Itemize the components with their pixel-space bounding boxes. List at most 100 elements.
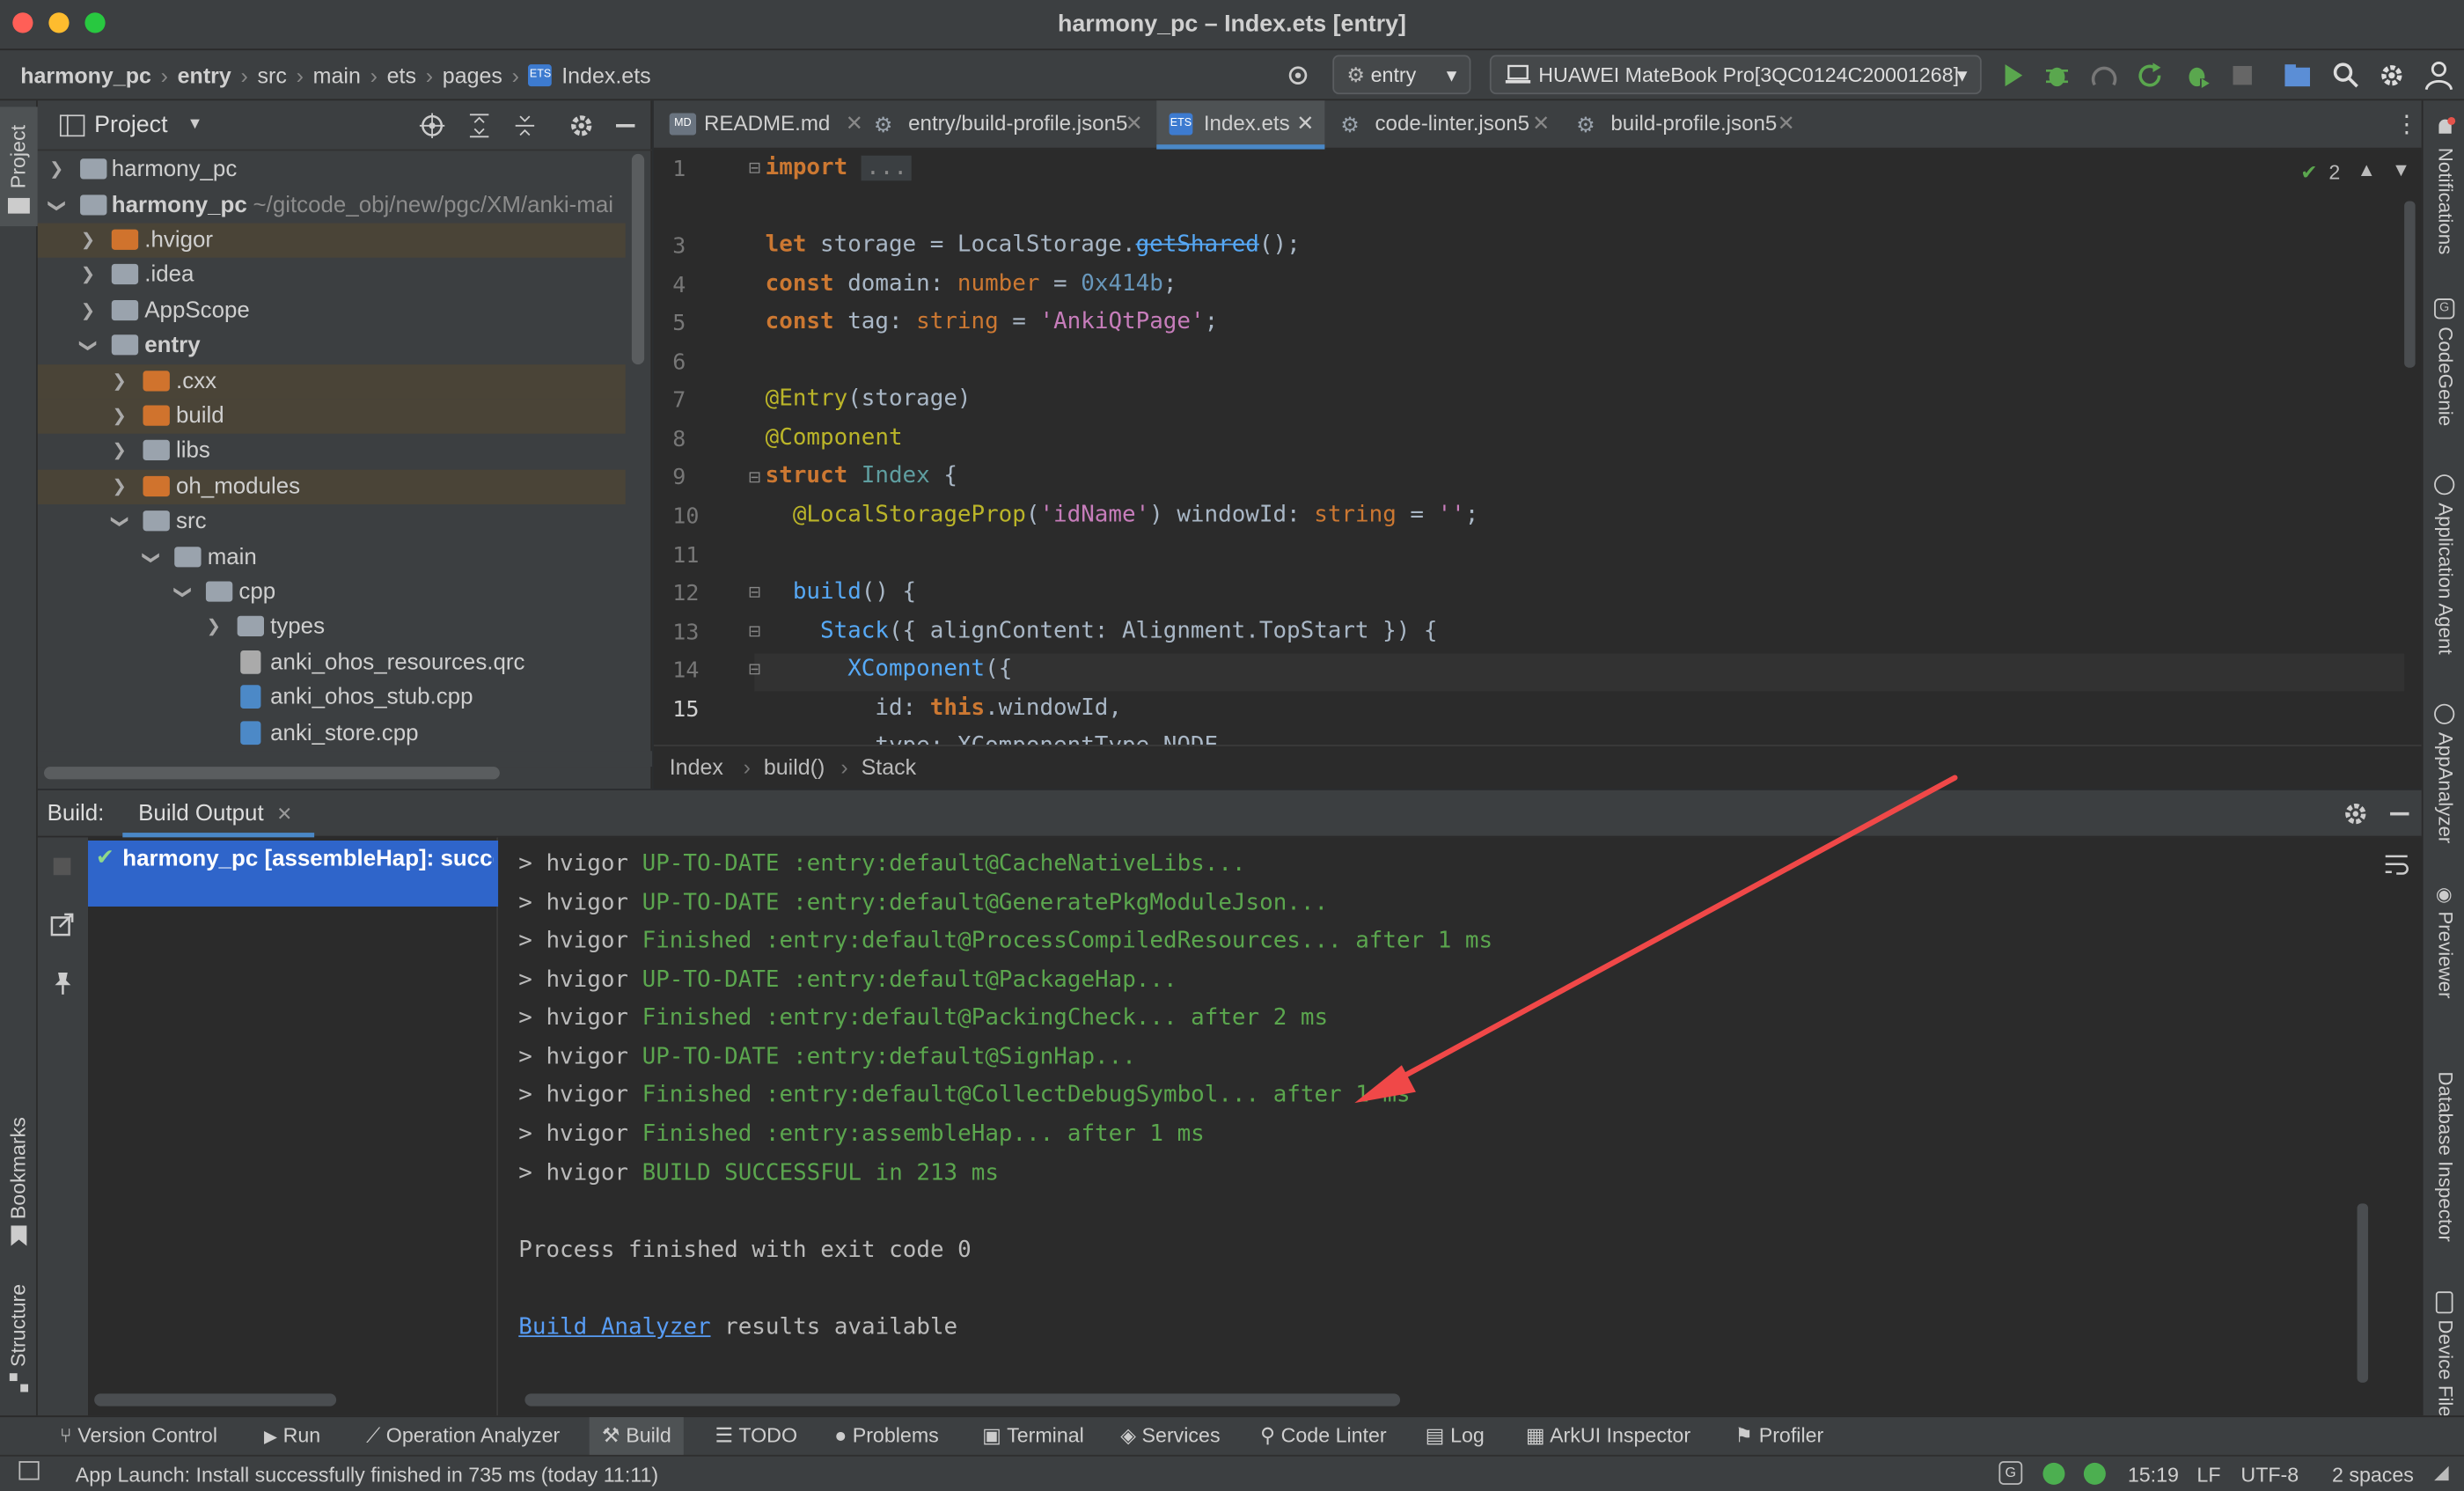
- run-icon[interactable]: [2000, 62, 2026, 90]
- tree-item-project[interactable]: ❯ harmony_pc ~/gitcode_obj/new/pgc/XM/an…: [38, 187, 626, 223]
- tree-item-oh-modules[interactable]: ❯ oh_modules: [37, 469, 626, 505]
- code-line[interactable]: type: XComponentType.NODE: [766, 734, 1218, 745]
- gear-icon[interactable]: [2378, 62, 2406, 90]
- close-icon[interactable]: ✕: [1296, 100, 1314, 148]
- gear-icon[interactable]: [2343, 801, 2369, 826]
- debug-icon[interactable]: [2042, 62, 2071, 90]
- horizontal-scrollbar[interactable]: [94, 1393, 337, 1407]
- chevron-down-icon[interactable]: ▾: [190, 112, 200, 134]
- minimize-panel-icon[interactable]: [2390, 812, 2409, 816]
- tree-item-cpp[interactable]: ❯ cpp: [38, 575, 626, 610]
- project-view-selector[interactable]: Project: [94, 112, 167, 138]
- breadcrumb-item[interactable]: harmony_pc: [20, 62, 151, 88]
- module-select[interactable]: ⚙ entry ▾: [1332, 55, 1471, 95]
- tree-item-build[interactable]: ❯ build: [37, 399, 626, 435]
- locate-file-icon[interactable]: [419, 113, 445, 139]
- breadcrumb-item[interactable]: entry: [178, 62, 231, 88]
- tab-build-profile[interactable]: ⚙ build-profile.json5 ✕: [1576, 100, 1796, 149]
- tab-index-ets[interactable]: ETS Index.ets ✕: [1156, 100, 1325, 150]
- code-line[interactable]: const tag: string = 'AnkiQtPage';: [766, 310, 1219, 335]
- tree-item-idea[interactable]: ❯ .idea: [38, 258, 626, 293]
- tree-item-cxx[interactable]: ❯ .cxx: [37, 364, 626, 400]
- codegenie-tool-button[interactable]: G CodeGenie: [2424, 296, 2464, 437]
- chevron-right-icon[interactable]: ❯: [78, 223, 97, 257]
- services-tool-button[interactable]: ◈ Services: [1120, 1417, 1220, 1457]
- cursor-position[interactable]: 15:19: [2128, 1463, 2179, 1487]
- status-message[interactable]: App Launch: Install successfully finishe…: [76, 1463, 658, 1487]
- device-manager-icon[interactable]: [2284, 62, 2315, 90]
- project-tool-button[interactable]: Project: [0, 106, 38, 227]
- fold-icon[interactable]: ⊟: [748, 160, 761, 178]
- target-icon[interactable]: [1286, 62, 1311, 88]
- open-in-editor-icon[interactable]: [50, 913, 74, 936]
- tab-code-linter[interactable]: ⚙ code-linter.json5 ✕: [1340, 100, 1576, 149]
- breadcrumb-item[interactable]: build(): [764, 754, 825, 780]
- chevron-down-icon[interactable]: ❯: [134, 547, 168, 566]
- structure-tool-button[interactable]: Structure: [0, 1279, 38, 1399]
- tree-item-entry[interactable]: ❯ entry: [38, 328, 626, 364]
- code-line[interactable]: id: this.windowId,: [766, 696, 1122, 722]
- close-icon[interactable]: ✕: [1532, 100, 1550, 148]
- horizontal-scrollbar[interactable]: [524, 1393, 1401, 1407]
- chevron-right-icon[interactable]: ❯: [110, 364, 128, 398]
- code-line[interactable]: struct Index {: [766, 464, 957, 489]
- indent-setting[interactable]: 2 spaces: [2332, 1463, 2414, 1487]
- tree-item-file[interactable]: anki_ohos_stub.cpp: [38, 680, 626, 716]
- status-indicator-icon[interactable]: [2042, 1462, 2065, 1485]
- code-line[interactable]: @LocalStorageProp('idName') windowId: st…: [766, 503, 1479, 528]
- bookmarks-tool-button[interactable]: Bookmarks: [0, 1109, 38, 1253]
- chevron-down-icon[interactable]: ▼: [2392, 158, 2410, 180]
- device-select[interactable]: HUAWEI MateBook Pro[3QC0124C20001268] ▾: [1489, 55, 1982, 95]
- chevron-up-icon[interactable]: ▲: [2358, 158, 2376, 180]
- appanalyzer-tool-button[interactable]: AppAnalyzer: [2424, 701, 2464, 851]
- todo-tool-button[interactable]: ☰ TODO: [715, 1417, 798, 1457]
- search-icon[interactable]: [2332, 62, 2360, 90]
- account-icon[interactable]: [2424, 60, 2453, 92]
- chevron-right-icon[interactable]: ❯: [110, 399, 128, 433]
- tab-entry-build-profile[interactable]: ⚙ entry/build-profile.json5 ✕: [874, 100, 1156, 149]
- chevron-right-icon[interactable]: ❯: [110, 434, 128, 468]
- soft-wrap-icon[interactable]: [2384, 851, 2409, 877]
- chevron-down-icon[interactable]: ❯: [70, 336, 105, 355]
- editor-scrollbar[interactable]: [2404, 201, 2416, 368]
- breadcrumb-item[interactable]: pages: [443, 62, 502, 88]
- profile-icon[interactable]: [2090, 62, 2118, 90]
- line-separator[interactable]: LF: [2196, 1463, 2220, 1487]
- log-tool-button[interactable]: ▤ Log: [1426, 1417, 1485, 1457]
- fold-icon[interactable]: ⊟: [748, 624, 761, 642]
- code-line[interactable]: import ...: [766, 155, 913, 181]
- tree-item-file[interactable]: anki_ohos_resources.qrc: [38, 645, 626, 680]
- chevron-down-icon[interactable]: ❯: [40, 195, 74, 214]
- code-line[interactable]: @Component: [766, 426, 903, 452]
- breadcrumb-item[interactable]: Index: [670, 754, 723, 780]
- arkui-inspector-tool-button[interactable]: ▦ ArkUI Inspector: [1526, 1417, 1690, 1457]
- fold-icon[interactable]: ⊟: [748, 662, 761, 679]
- code-line[interactable]: Stack({ alignContent: Alignment.TopStart…: [766, 619, 1438, 644]
- breadcrumb-item[interactable]: src: [258, 62, 287, 88]
- gear-icon[interactable]: [568, 114, 594, 139]
- breadcrumb-item[interactable]: main: [313, 62, 361, 88]
- build-analyzer-link[interactable]: Build Analyzer: [518, 1315, 710, 1340]
- tab-build-output[interactable]: Build Output ✕: [122, 790, 315, 838]
- terminal-tool-button[interactable]: ▣ Terminal: [982, 1417, 1084, 1457]
- close-icon[interactable]: ✕: [276, 803, 292, 825]
- chevron-right-icon[interactable]: ❯: [78, 293, 97, 327]
- code-linter-tool-button[interactable]: ⚲ Code Linter: [1260, 1417, 1387, 1457]
- breadcrumb-item[interactable]: Stack: [862, 754, 917, 780]
- codegenie-status-icon[interactable]: G: [1998, 1461, 2023, 1485]
- chevron-down-icon[interactable]: ❯: [102, 512, 136, 531]
- database-inspector-tool-button[interactable]: Database Inspector: [2424, 1040, 2464, 1254]
- code-line[interactable]: const domain: number = 0x414b;: [766, 272, 1177, 297]
- apply-changes-icon[interactable]: [2136, 62, 2164, 90]
- tree-item-libs[interactable]: ❯ libs: [38, 434, 626, 469]
- stop-icon[interactable]: [53, 857, 71, 876]
- version-control-tool-button[interactable]: ⑂ Version Control: [60, 1417, 217, 1457]
- tree-item-main[interactable]: ❯ main: [38, 540, 626, 575]
- collapse-all-icon[interactable]: [512, 114, 538, 139]
- code-line[interactable]: build() {: [766, 580, 916, 606]
- tree-item-file[interactable]: anki_store.cpp: [38, 716, 626, 751]
- tree-item-appscope[interactable]: ❯ AppScope: [38, 293, 626, 328]
- tree-item-root[interactable]: ❯ harmony_pc: [38, 152, 626, 187]
- code-line[interactable]: let storage = LocalStorage.getShared();: [766, 232, 1301, 258]
- lock-icon[interactable]: ◢: [2434, 1461, 2448, 1483]
